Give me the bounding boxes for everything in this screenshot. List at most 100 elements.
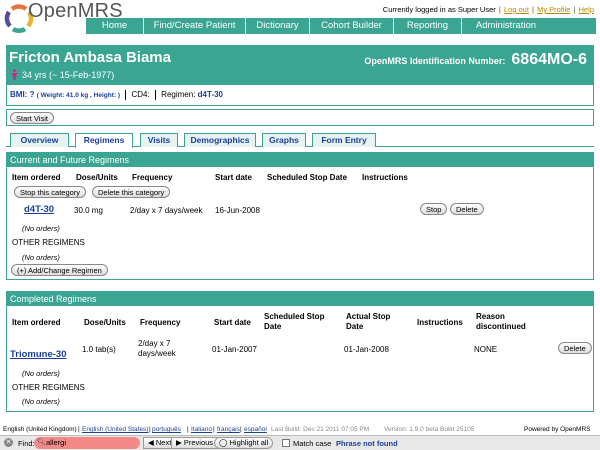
bmi-value: ? — [29, 90, 35, 100]
tab-regimens[interactable]: Regimens — [75, 133, 133, 148]
tab-form-entry[interactable]: Form Entry — [312, 133, 376, 147]
find-status: Phrase not found — [336, 439, 398, 448]
actual-stop-cell: 01-Jan-2008 — [344, 345, 389, 354]
logout-link[interactable]: Log out — [504, 5, 529, 14]
locale-it-link[interactable]: Italiano — [191, 426, 212, 433]
build-info: Last Build: Dec 21 2011 07:05 PM — [271, 426, 370, 433]
find-previous-button[interactable]: ▶ Previous — [171, 437, 219, 449]
tab-demographics[interactable]: Demographics — [184, 133, 256, 147]
col-actual-stop: Actual Stop — [346, 312, 391, 321]
find-label: Find: — [18, 439, 35, 448]
col-frequency: Frequency — [132, 173, 173, 182]
nav-cohort-builder[interactable]: Cohort Builder — [310, 18, 394, 34]
stop-category-button[interactable]: Stop this category — [14, 186, 87, 198]
frequency-cell-2: days/week — [138, 349, 176, 358]
search-icon: 🔍︎ — [37, 439, 46, 446]
col-item-ordered: Item ordered — [12, 173, 61, 182]
completed-regimens-title: Completed Regimens — [7, 292, 593, 306]
patient-tabs: Overview Regimens Visits Demographics Gr… — [6, 133, 594, 148]
dose-cell: 30.0 mg — [74, 206, 103, 215]
current-regimens-section: Current and Future Regimens Item ordered… — [6, 152, 594, 280]
find-bar: ✕ Find: 🔍︎ allergi ◀ Next ▶ Previous ◯ H… — [0, 435, 600, 450]
highlight-all-button[interactable]: ◯ Highlight all — [214, 437, 274, 449]
tab-graphs[interactable]: Graphs — [262, 133, 306, 147]
login-status: Currently logged in as Super User — [382, 5, 496, 14]
other-regimens-label: OTHER REGIMENS — [12, 383, 85, 392]
regimen-label: Regimen: — [161, 90, 196, 100]
patient-vitals: BMI: ? ( Weight: 41.0 kg , Height: ) CD4… — [7, 85, 593, 105]
bmi-label: BMI: — [10, 90, 28, 100]
user-bar: Currently logged in as Super User | Log … — [382, 5, 594, 14]
header: OpenMRS Currently logged in as Super Use… — [0, 0, 600, 34]
col-item-ordered: Item ordered — [12, 318, 61, 327]
visit-bar: Start Visit — [6, 109, 594, 126]
delete-button[interactable]: Delete — [450, 203, 484, 215]
col-scheduled-stop-2: Date — [264, 322, 282, 331]
col-start-date: Start date — [215, 173, 252, 182]
locale-fr-link[interactable]: français — [217, 426, 240, 433]
start-date-cell: 16-Jun-2008 — [215, 206, 260, 215]
patient-header: Fricton Ambasa Biama 34 yrs (~ 15-Feb-19… — [6, 45, 594, 106]
nav-reporting[interactable]: Reporting — [394, 18, 462, 34]
tab-overview[interactable]: Overview — [10, 133, 69, 147]
stop-button[interactable]: Stop — [420, 203, 448, 215]
col-dose-units: Dose/Units — [84, 318, 126, 327]
patient-age-row: 34 yrs (~ 15-Feb-1977) — [11, 69, 114, 80]
locale-current: English (United Kingdom) — [3, 426, 77, 433]
col-scheduled-stop: Scheduled Stop — [264, 312, 325, 321]
start-date-cell: 01-Jan-2007 — [212, 345, 257, 354]
locale-en-us-link[interactable]: English (United States) — [82, 426, 148, 433]
completed-regimens-section: Completed Regimens Item ordered Dose/Uni… — [6, 291, 594, 412]
main-nav: Home Find/Create Patient Dictionary Coho… — [86, 18, 596, 34]
nav-home[interactable]: Home — [86, 18, 144, 34]
locale-pt-link[interactable]: português — [152, 426, 181, 433]
frequency-cell: 2/day x 7 — [138, 339, 171, 348]
nav-find-create-patient[interactable]: Find/Create Patient — [144, 18, 246, 34]
no-orders-text: (No orders) — [22, 369, 60, 378]
no-orders-text: (No orders) — [22, 397, 60, 406]
match-case-label: Match case — [293, 439, 332, 448]
reason-cell: NONE — [474, 345, 498, 354]
start-visit-button[interactable]: Start Visit — [10, 112, 54, 124]
col-instructions: Instructions — [417, 318, 463, 327]
cd4-label: CD4: — [131, 90, 150, 100]
find-input[interactable]: 🔍︎ allergi — [34, 437, 140, 449]
col-instructions: Instructions — [362, 173, 408, 182]
add-change-regimen-button[interactable]: (+) Add/Change Regimen — [11, 264, 108, 276]
help-link[interactable]: Help — [579, 5, 594, 14]
col-dose-units: Dose/Units — [76, 173, 118, 182]
delete-category-button[interactable]: Delete this category — [92, 186, 171, 198]
col-reason-2: discontinued — [476, 322, 526, 331]
identification-number: 6864MO-6 — [511, 51, 587, 68]
female-icon — [12, 69, 17, 80]
delete-button[interactable]: Delete — [558, 342, 592, 354]
locale-es-link[interactable]: español — [244, 426, 267, 433]
identification-label: OpenMRS Identification Number: — [364, 56, 506, 66]
my-profile-link[interactable]: My Profile — [537, 5, 570, 14]
identification: OpenMRS Identification Number: 6864MO-6 — [364, 51, 587, 69]
bmi-detail: ( Weight: 41.0 kg , Height: ) — [36, 92, 120, 100]
frequency-cell: 2/day x 7 days/week — [130, 206, 203, 215]
col-frequency: Frequency — [140, 318, 181, 327]
version-info: Version: 1.9.0 beta Build 25105 — [384, 426, 475, 433]
close-icon[interactable]: ✕ — [4, 438, 13, 447]
nav-dictionary[interactable]: Dictionary — [246, 18, 310, 34]
other-regimens-label: OTHER REGIMENS — [12, 238, 85, 247]
regimen-value: d4T-30 — [197, 90, 223, 100]
find-next-arrow-icon: ◀ — [148, 438, 156, 447]
patient-name: Fricton Ambasa Biama — [9, 49, 171, 66]
col-start-date: Start date — [214, 318, 251, 327]
find-previous-arrow-icon: ▶ — [176, 438, 184, 447]
dose-cell: 1.0 tab(s) — [82, 345, 116, 354]
drug-link[interactable]: d4T-30 — [24, 204, 54, 215]
col-scheduled-stop: Scheduled Stop Date — [267, 173, 348, 182]
nav-administration[interactable]: Administration — [462, 18, 550, 34]
powered-by: Powered by OpenMRS — [524, 426, 591, 433]
tab-visits[interactable]: Visits — [140, 133, 178, 147]
find-query: allergi — [46, 438, 67, 447]
drug-link[interactable]: Triomune-30 — [10, 349, 67, 360]
highlight-toggle-icon: ◯ — [219, 438, 230, 447]
no-orders-text: (No orders) — [22, 224, 60, 233]
match-case-checkbox[interactable] — [282, 439, 290, 447]
current-regimens-title: Current and Future Regimens — [7, 153, 593, 167]
